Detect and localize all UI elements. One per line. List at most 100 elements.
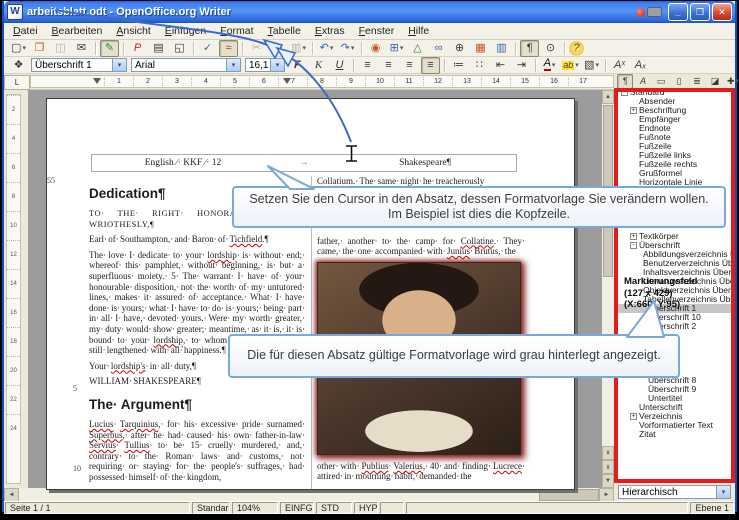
data-sources-button[interactable]: ▥ bbox=[492, 40, 511, 57]
new-style-from-selection-button[interactable]: ✚ bbox=[725, 74, 739, 89]
bold-button[interactable]: F bbox=[288, 57, 307, 74]
edit-file-button[interactable]: ✎ bbox=[100, 39, 119, 57]
style-item-vorformatierter-text[interactable]: Vorformatierter Text bbox=[618, 421, 731, 430]
styles-filter-combo[interactable]: Hierarchisch ▾ bbox=[618, 485, 731, 499]
menu-item-ansicht[interactable]: Ansicht bbox=[109, 24, 157, 38]
paragraph-style-combo[interactable]: Überschrift 1 ▾ bbox=[31, 58, 127, 72]
next-page-icon[interactable]: ⇟ bbox=[602, 460, 614, 474]
hyperlink-button[interactable]: ◉ bbox=[366, 40, 385, 57]
increase-indent-button[interactable]: ⇥ bbox=[512, 57, 531, 74]
font-size-combo[interactable]: 16,1 ▾ bbox=[245, 58, 285, 72]
menu-item-hilfe[interactable]: Hilfe bbox=[401, 24, 436, 38]
open-button[interactable]: ❒ bbox=[30, 40, 49, 57]
italic-button[interactable]: K bbox=[309, 57, 328, 74]
formatting-marks-button[interactable]: ¶ bbox=[520, 39, 539, 57]
undo-button[interactable]: ↶ bbox=[317, 40, 336, 57]
autospellcheck-button[interactable]: ≈ bbox=[219, 39, 238, 57]
draw-functions-button[interactable]: △ bbox=[408, 40, 427, 57]
page-preview-button[interactable]: ◱ bbox=[170, 40, 189, 57]
fill-format-mode-button[interactable]: ◪ bbox=[707, 74, 723, 89]
numbered-list-button[interactable]: ≔ bbox=[449, 57, 468, 74]
print-button[interactable]: ▤ bbox=[149, 40, 168, 57]
scroll-right-icon[interactable]: ► bbox=[599, 488, 614, 502]
spellcheck-button[interactable]: ✓ bbox=[198, 40, 217, 57]
scroll-down-icon[interactable]: ▼ bbox=[602, 474, 614, 488]
menu-item-bearbeiten[interactable]: Bearbeiten bbox=[45, 24, 110, 38]
menu-item-extras[interactable]: Extras bbox=[308, 24, 352, 38]
cut-button[interactable]: ✂ bbox=[247, 40, 266, 57]
status-cell: HYP bbox=[354, 502, 378, 514]
restore-button[interactable]: ❐ bbox=[690, 3, 710, 21]
redo-button[interactable]: ↷ bbox=[338, 40, 357, 57]
chevron-down-icon[interactable]: ▾ bbox=[112, 59, 126, 71]
expand-icon[interactable]: + bbox=[630, 107, 637, 114]
save-button[interactable]: ◫ bbox=[51, 40, 70, 57]
style-item-überschrift-2[interactable]: Überschrift 2 bbox=[618, 322, 731, 331]
style-item-empfänger[interactable]: Empfänger bbox=[618, 115, 731, 124]
list-styles-button[interactable]: ≣ bbox=[689, 74, 705, 89]
chevron-down-icon[interactable]: ▾ bbox=[270, 59, 284, 71]
insert-table-button[interactable]: ⊞ bbox=[387, 40, 406, 57]
vertical-scrollbar[interactable]: ▲ ⇞ ⇟ ▼ bbox=[602, 90, 614, 488]
menu-item-fenster[interactable]: Fenster bbox=[352, 24, 402, 38]
chevron-down-icon[interactable]: ▾ bbox=[716, 486, 730, 498]
indent-marker[interactable] bbox=[283, 78, 291, 84]
scroll-up-icon[interactable]: ▲ bbox=[602, 90, 614, 104]
copy-button[interactable]: ⧉ bbox=[268, 40, 287, 57]
style-item-fußnote[interactable]: Fußnote bbox=[618, 133, 731, 142]
menu-item-datei[interactable]: Datei bbox=[6, 24, 45, 38]
page-styles-button[interactable]: ▯ bbox=[671, 74, 687, 89]
format-buttons: FKU≡≡≡≡≔∷⇤⇥Aab▧AˣAₓ bbox=[287, 56, 651, 74]
style-item-zitat[interactable]: Zitat bbox=[618, 430, 731, 439]
gallery-button[interactable]: ▦ bbox=[471, 40, 490, 57]
frame-styles-button[interactable]: ▭ bbox=[653, 74, 669, 89]
close-button[interactable]: ✕ bbox=[712, 3, 732, 21]
underline-button[interactable]: U bbox=[330, 57, 349, 74]
expand-icon[interactable]: + bbox=[630, 233, 637, 240]
subscript-button[interactable]: Aₓ bbox=[631, 57, 650, 74]
find-replace-button[interactable]: ∞ bbox=[429, 40, 448, 57]
vertical-ruler[interactable]: 2 4 6 8 10 12 14 16 18 20 22 24 bbox=[4, 90, 28, 488]
superscript-button[interactable]: Aˣ bbox=[610, 57, 629, 74]
background-color-button[interactable]: ▧ bbox=[582, 57, 601, 74]
character-styles-button[interactable]: A bbox=[635, 74, 651, 89]
highlighting-button[interactable]: ab bbox=[561, 57, 580, 74]
paste-button[interactable]: ▥ bbox=[289, 40, 308, 57]
menu-item-einfügen[interactable]: Einfügen bbox=[158, 24, 213, 38]
email-button[interactable]: ✉ bbox=[72, 40, 91, 57]
expand-icon[interactable]: + bbox=[630, 413, 637, 420]
page-header-box[interactable]: English ∕· KKF ∕· 12 → Shakespeare¶ bbox=[91, 154, 517, 172]
minimize-button[interactable]: _ bbox=[668, 3, 688, 21]
previous-page-icon[interactable]: ⇞ bbox=[602, 446, 614, 460]
style-item-endnote[interactable]: Endnote bbox=[618, 124, 731, 133]
styles-window-toggle-button[interactable]: ❖ bbox=[9, 57, 28, 74]
navigator-button[interactable]: ⊕ bbox=[450, 40, 469, 57]
scroll-left-icon[interactable]: ◄ bbox=[4, 488, 19, 502]
menu-item-format[interactable]: Format bbox=[213, 24, 260, 38]
horizontal-ruler[interactable]: 1 2 3 4 5 6 7 8 9 10 11 12 13 14 15 16 17 bbox=[30, 75, 614, 88]
new-document-button[interactable]: ▢ bbox=[9, 40, 28, 57]
expand-icon[interactable]: - bbox=[630, 242, 637, 249]
paragraph-styles-button[interactable]: ¶ bbox=[617, 73, 633, 89]
bullet-list-button[interactable]: ∷ bbox=[470, 57, 489, 74]
scrollbar-thumb[interactable] bbox=[539, 489, 599, 501]
align-center-button[interactable]: ≡ bbox=[379, 57, 398, 74]
menu-bar: Datei Bearbeiten Ansicht Einfügen Format Tabe… bbox=[4, 23, 735, 40]
font-color-button[interactable]: A bbox=[540, 57, 559, 74]
decrease-indent-button[interactable]: ⇤ bbox=[491, 57, 510, 74]
zoom-button[interactable]: ⊙ bbox=[541, 40, 560, 57]
font-name-combo[interactable]: Arial ▾ bbox=[131, 58, 241, 72]
align-right-button[interactable]: ≡ bbox=[400, 57, 419, 74]
callout-text: Die für diesen Absatz gültige Formatvorl… bbox=[247, 348, 661, 363]
expand-icon[interactable]: - bbox=[621, 92, 628, 96]
tab-stop-selector[interactable]: L bbox=[4, 75, 30, 90]
horizontal-scrollbar[interactable]: ◄ ► bbox=[4, 488, 614, 502]
help-button[interactable]: ? bbox=[569, 40, 584, 56]
document-page[interactable]: English ∕· KKF ∕· 12 → Shakespeare¶ Dedi… bbox=[46, 98, 575, 490]
indent-marker[interactable] bbox=[93, 78, 101, 84]
justify-button[interactable]: ≡ bbox=[421, 56, 440, 74]
menu-item-tabelle[interactable]: Tabelle bbox=[261, 24, 308, 38]
export-pdf-button[interactable]: P bbox=[128, 40, 147, 57]
align-left-button[interactable]: ≡ bbox=[358, 57, 377, 74]
chevron-down-icon[interactable]: ▾ bbox=[226, 59, 240, 71]
